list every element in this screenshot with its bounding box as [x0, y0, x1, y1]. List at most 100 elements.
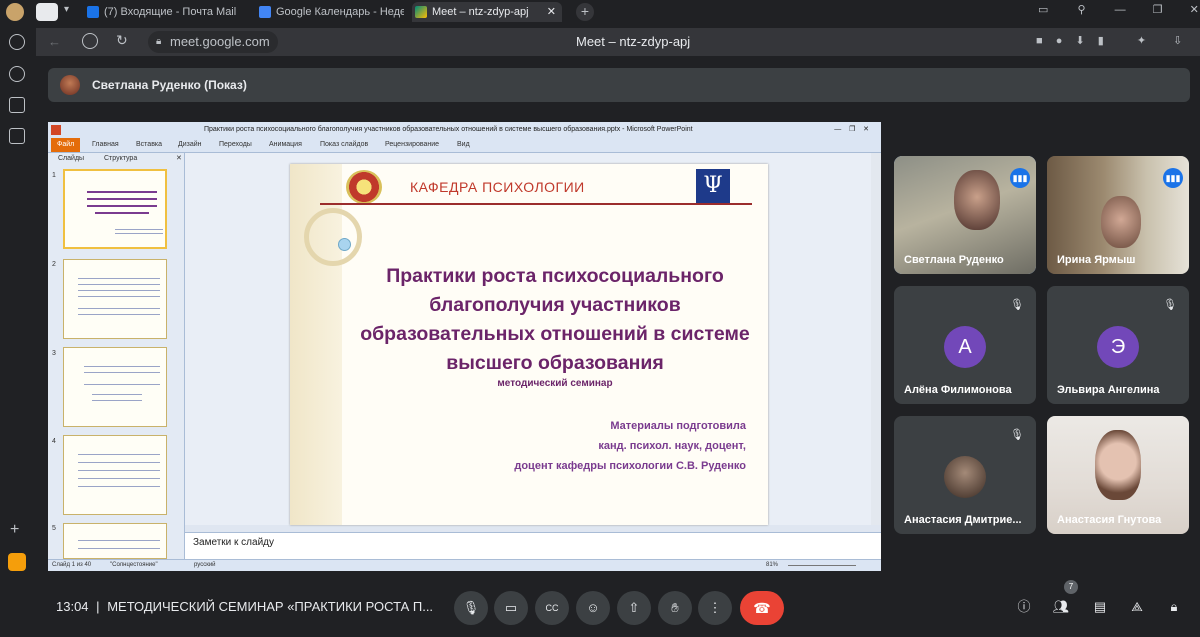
camera-indicator-icon[interactable]: ■ — [1036, 35, 1043, 47]
download-panel-icon[interactable]: ⇩ — [1173, 35, 1182, 47]
pin-icon[interactable]: ⚲ — [1077, 4, 1085, 16]
ribbon-view[interactable]: Вид — [457, 138, 470, 152]
reload-icon[interactable]: ↻ — [116, 32, 128, 49]
participant-face — [954, 170, 1000, 230]
leave-call-button[interactable]: ☎︎ — [740, 591, 784, 625]
slide-thumbnail[interactable] — [63, 435, 167, 515]
close-panel-icon[interactable]: ✕ — [176, 153, 182, 164]
bookmark-panel-icon[interactable]: ▭ — [1038, 4, 1048, 16]
slide-author-line: канд. психол. наук, доцент, — [598, 440, 746, 452]
ribbon-design[interactable]: Дизайн — [178, 138, 202, 152]
thumb-text-line — [92, 394, 142, 395]
chat-icon: ▤ — [1093, 599, 1107, 614]
app-icon[interactable] — [8, 553, 26, 571]
activities-icon: ⟁ — [1131, 599, 1143, 614]
camera-button[interactable]: ▭ — [494, 591, 528, 625]
window-controls: ▭ ⚲ — ❐ ✕ — [1038, 3, 1199, 16]
participant-name: Эльвира Ангелина — [1057, 384, 1160, 396]
calendar-icon — [259, 6, 271, 18]
participant-name: Алёна Филимонова — [904, 384, 1012, 396]
more-options-button[interactable]: ⋮ — [698, 591, 732, 625]
thumb-text-line — [78, 308, 160, 309]
browser-tab-bar: ▾ (7) Входящие - Почта Mail Google Кален… — [0, 0, 1200, 24]
thumb-text-line — [78, 478, 160, 479]
participant-tile[interactable]: 🎙︎ А Алёна Филимонова — [894, 286, 1036, 404]
slides-panel: Слайды Структура ✕ 1 2 3 4 5 — [48, 153, 185, 559]
slide-thumbnail[interactable] — [63, 347, 167, 427]
mic-indicator-icon[interactable]: ● — [1056, 35, 1063, 47]
emoji-button[interactable]: ☺ — [576, 591, 610, 625]
close-window-icon[interactable]: ✕ — [1190, 4, 1199, 16]
tab-calendar[interactable]: Google Календарь - Неде — [256, 2, 404, 22]
ribbon-animation[interactable]: Анимация — [269, 138, 302, 152]
back-icon[interactable]: ← — [48, 34, 61, 49]
raise-hand-button[interactable]: ✋︎ — [658, 591, 692, 625]
tab-close-icon[interactable]: ✕ — [547, 2, 556, 22]
new-tab-button[interactable]: + — [576, 3, 594, 21]
url-field[interactable]: 🔒︎ meet.google.com — [148, 31, 278, 53]
speaking-indicator-icon: ▮▮▮ — [1163, 168, 1183, 188]
thumb-text-line — [92, 400, 142, 401]
participant-tile[interactable]: ▮▮▮ Светлана Руденко — [894, 156, 1036, 274]
ribbon-file[interactable]: Файл — [51, 138, 81, 152]
extensions-icon[interactable]: ✦ — [1137, 35, 1146, 47]
participant-tile[interactable]: ▮▮▮ Ирина Ярмыш — [1047, 156, 1189, 274]
tab-meet[interactable]: Meet – ntz-zdyp-apj ✕ — [412, 2, 562, 22]
present-button[interactable]: ⇧ — [617, 591, 651, 625]
slide-thumbnail[interactable] — [63, 259, 167, 339]
address-actions: ■ ● ⬇ ▮ ✦ ⇩ — [1036, 34, 1182, 47]
add-sidebar-icon[interactable]: + — [10, 521, 19, 539]
chat-button[interactable]: ▤ — [1090, 597, 1110, 617]
ribbon-home[interactable]: Главная — [92, 138, 119, 152]
maximize-icon[interactable]: ❐ — [1153, 4, 1163, 16]
bookmark-icon[interactable]: ▮ — [1098, 35, 1104, 47]
mic-button[interactable]: 🎙︎ — [454, 591, 488, 625]
ppt-window-controls: — ❐ ✕ — [834, 126, 869, 133]
thumb-number: 1 — [52, 172, 56, 179]
activities-button[interactable]: ⟁ — [1127, 597, 1147, 617]
lock-icon: 🔒︎ — [156, 36, 162, 47]
ribbon-insert[interactable]: Вставка — [136, 138, 162, 152]
slide-author-line: Материалы подготовила — [610, 420, 746, 432]
browser-profile-avatar[interactable] — [6, 3, 24, 21]
zoom-slider[interactable] — [788, 565, 856, 566]
captions-button[interactable]: CC — [535, 591, 569, 625]
participant-tile[interactable]: 🎙︎ Э Эльвира Ангелина — [1047, 286, 1189, 404]
thumb-text-line — [78, 540, 160, 541]
university-emblem-icon — [346, 170, 382, 204]
call-end-icon: ☎︎ — [753, 600, 771, 616]
thumb-text-line — [95, 212, 149, 214]
mic-off-icon: 🎙︎ — [1163, 299, 1177, 311]
thumb-text-line — [78, 296, 160, 297]
ribbon-transitions[interactable]: Переходы — [219, 138, 252, 152]
meeting-details-button[interactable]: ⓘ — [1014, 597, 1034, 617]
vertical-scrollbar[interactable] — [871, 153, 881, 525]
minimize-icon[interactable]: — — [1115, 4, 1126, 16]
participant-tile[interactable]: Анастасия Гнутова — [1047, 416, 1189, 534]
sidebar-toggle-icon[interactable] — [36, 3, 58, 21]
host-controls-button[interactable]: 🔒︎ — [1164, 597, 1184, 617]
tab-slides[interactable]: Слайды — [58, 153, 84, 164]
page-title: Meet – ntz-zdyp-apj — [576, 34, 691, 49]
slide-thumbnail[interactable] — [63, 523, 167, 559]
ribbon-slideshow[interactable]: Показ слайдов — [320, 138, 368, 152]
participant-tile[interactable]: 🎙︎ Анастасия Дмитрие... — [894, 416, 1036, 534]
participant-name: Анастасия Дмитрие... — [904, 514, 1022, 526]
vpn-icon[interactable] — [82, 33, 98, 49]
notes-pane[interactable]: Заметки к слайду — [185, 532, 881, 559]
slide-thumbnail[interactable] — [63, 169, 167, 249]
people-button[interactable]: 👥︎ — [1051, 597, 1071, 617]
tab-count-icon[interactable] — [9, 97, 25, 113]
history-icon[interactable] — [9, 34, 25, 50]
participant-avatar — [944, 456, 986, 498]
tab-mail[interactable]: (7) Входящие - Почта Mail — [84, 2, 244, 22]
current-slide[interactable]: КАФЕДРА ПСИХОЛОГИИ Ψ Практики роста псих… — [290, 164, 768, 525]
tab-outline[interactable]: Структура — [104, 153, 137, 164]
ppt-ribbon: Файл Главная Вставка Дизайн Переходы Ани… — [48, 138, 881, 153]
mail-icon — [87, 6, 99, 18]
screenshot-icon[interactable] — [9, 128, 25, 144]
download-icon[interactable]: ⬇ — [1075, 35, 1084, 47]
play-icon[interactable] — [9, 66, 25, 82]
ribbon-review[interactable]: Рецензирование — [385, 138, 439, 152]
tab-search-icon[interactable]: ▾ — [64, 4, 69, 15]
